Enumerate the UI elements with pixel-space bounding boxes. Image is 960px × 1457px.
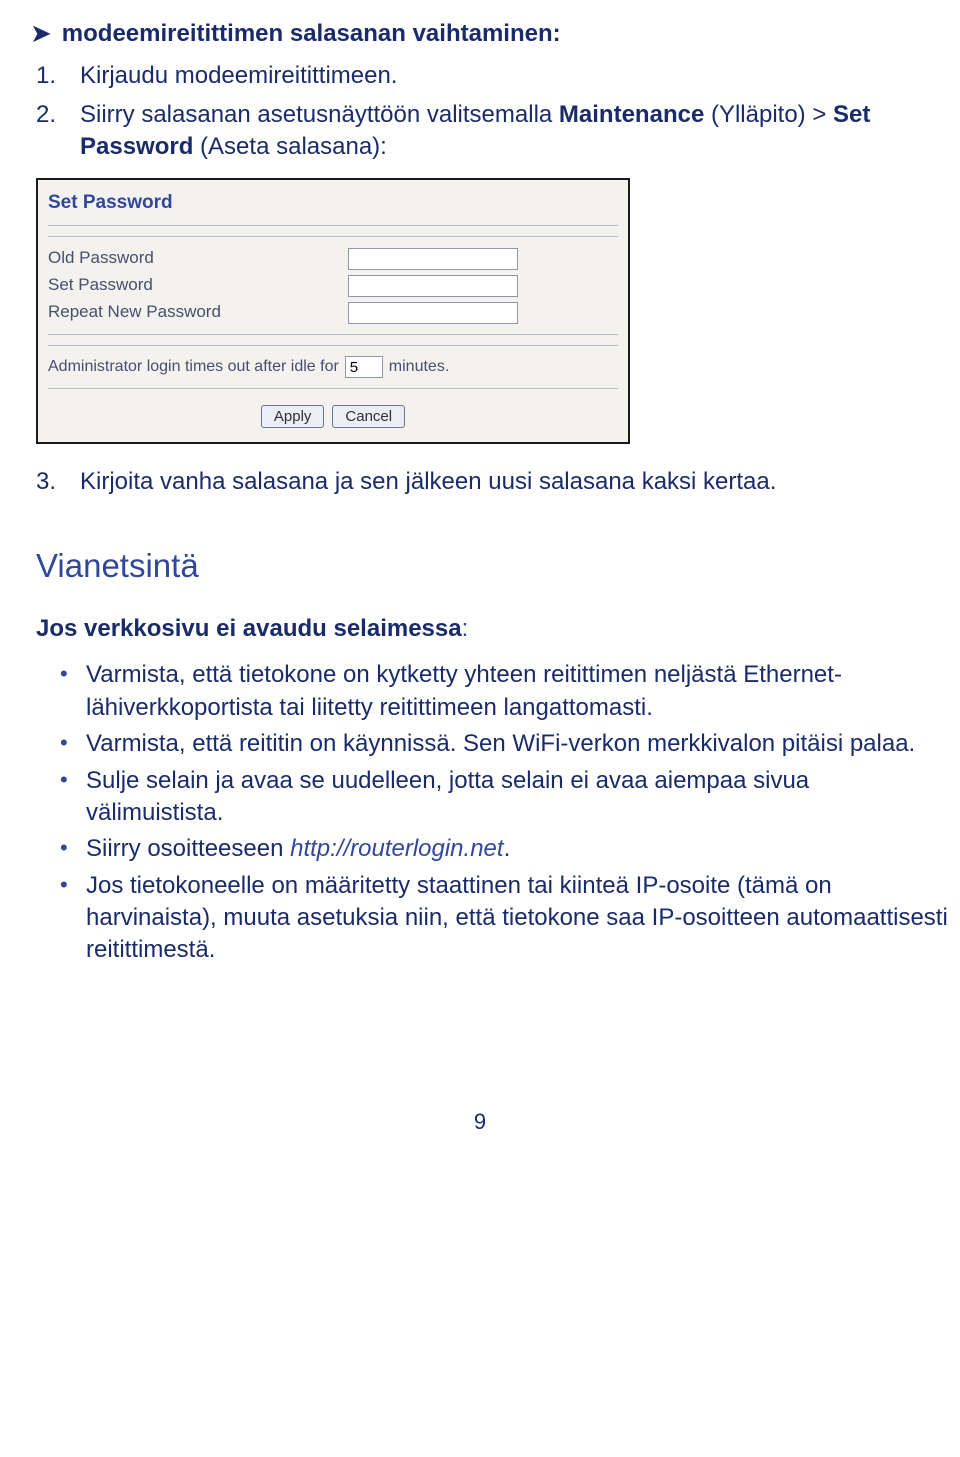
substatement: Jos verkkosivu ei avaudu selaimessa:	[36, 613, 952, 645]
substatement-colon: :	[462, 615, 469, 642]
list-text: Varmista, että tietokone on kytketty yht…	[86, 659, 952, 724]
timeout-minutes-input[interactable]	[345, 356, 383, 378]
bullet-icon: •	[60, 659, 86, 724]
ordered-list: 1. Kirjaudu modeemireitittimeen. 2. Siir…	[36, 60, 952, 163]
list-item: • Varmista, että tietokone on kytketty y…	[60, 659, 952, 724]
divider	[48, 345, 618, 346]
divider	[48, 225, 618, 226]
list-text: Jos tietokoneelle on määritetty staattin…	[86, 870, 952, 967]
timeout-prefix: Administrator login times out after idle…	[48, 356, 339, 378]
old-password-input[interactable]	[348, 248, 518, 270]
section-heading-text: modeemireitittimen salasanan vaihtaminen…	[62, 18, 561, 50]
label-old-password: Old Password	[48, 247, 348, 270]
bullet-list: • Varmista, että tietokone on kytketty y…	[60, 659, 952, 967]
list-text: Siirry osoitteeseen http://routerlogin.n…	[86, 833, 952, 865]
divider	[48, 236, 618, 237]
arrow-icon: ➤	[30, 18, 52, 49]
repeat-password-input[interactable]	[348, 302, 518, 324]
list-number: 2.	[36, 99, 80, 164]
section-heading-row: ➤ modeemireitittimen salasanan vaihtamin…	[30, 18, 952, 50]
router-set-password-panel: Set Password Old Password Set Password R…	[36, 178, 630, 444]
list-item: • Siirry osoitteeseen http://routerlogin…	[60, 833, 952, 865]
list-text: Sulje selain ja avaa se uudelleen, jotta…	[86, 765, 952, 830]
list-item: 3. Kirjoita vanha salasana ja sen jälkee…	[36, 466, 952, 498]
divider	[48, 388, 618, 389]
list-text: Varmista, että reititin on käynnissä. Se…	[86, 728, 952, 760]
cancel-button[interactable]: Cancel	[332, 405, 405, 428]
list-text: Kirjaudu modeemireitittimeen.	[80, 60, 952, 92]
list-number: 3.	[36, 466, 80, 498]
page-number: 9	[8, 1107, 952, 1137]
label-set-password: Set Password	[48, 274, 348, 297]
list-text: Kirjoita vanha salasana ja sen jälkeen u…	[80, 466, 952, 498]
list-item: • Varmista, että reititin on käynnissä. …	[60, 728, 952, 760]
troubleshooting-heading: Vianetsintä	[36, 544, 952, 589]
timeout-row: Administrator login times out after idle…	[48, 356, 618, 378]
form-row-old-password: Old Password	[48, 247, 618, 270]
bullet-icon: •	[60, 728, 86, 760]
timeout-suffix: minutes.	[389, 356, 449, 378]
set-password-input[interactable]	[348, 275, 518, 297]
apply-button[interactable]: Apply	[261, 405, 325, 428]
bullet-icon: •	[60, 833, 86, 865]
list-item: • Sulje selain ja avaa se uudelleen, jot…	[60, 765, 952, 830]
divider	[48, 334, 618, 335]
text-segment: Siirry salasanan asetusnäyttöön valitsem…	[80, 101, 559, 128]
list-item: • Jos tietokoneelle on määritetty staatt…	[60, 870, 952, 967]
document-page: ➤ modeemireitittimen salasanan vaihtamin…	[0, 0, 960, 1197]
panel-button-row: Apply Cancel	[48, 405, 618, 428]
bullet-icon: •	[60, 765, 86, 830]
text-segment: Siirry osoitteeseen	[86, 835, 290, 862]
text-segment: (Aseta salasana):	[193, 133, 386, 160]
list-item: 2. Siirry salasanan asetusnäyttöön valit…	[36, 99, 952, 164]
bold-term: Maintenance	[559, 101, 704, 128]
panel-title: Set Password	[48, 190, 618, 216]
list-item: 1. Kirjaudu modeemireitittimeen.	[36, 60, 952, 92]
text-segment: .	[504, 835, 511, 862]
text-segment: (Ylläpito) >	[704, 101, 833, 128]
ordered-list-continued: 3. Kirjoita vanha salasana ja sen jälkee…	[36, 466, 952, 498]
substatement-text: Jos verkkosivu ei avaudu selaimessa	[36, 615, 462, 642]
label-repeat-password: Repeat New Password	[48, 301, 348, 324]
form-row-repeat-password: Repeat New Password	[48, 301, 618, 324]
url-link[interactable]: http://routerlogin.net	[290, 835, 503, 862]
list-text: Siirry salasanan asetusnäyttöön valitsem…	[80, 99, 952, 164]
form-row-set-password: Set Password	[48, 274, 618, 297]
list-number: 1.	[36, 60, 80, 92]
bullet-icon: •	[60, 870, 86, 967]
